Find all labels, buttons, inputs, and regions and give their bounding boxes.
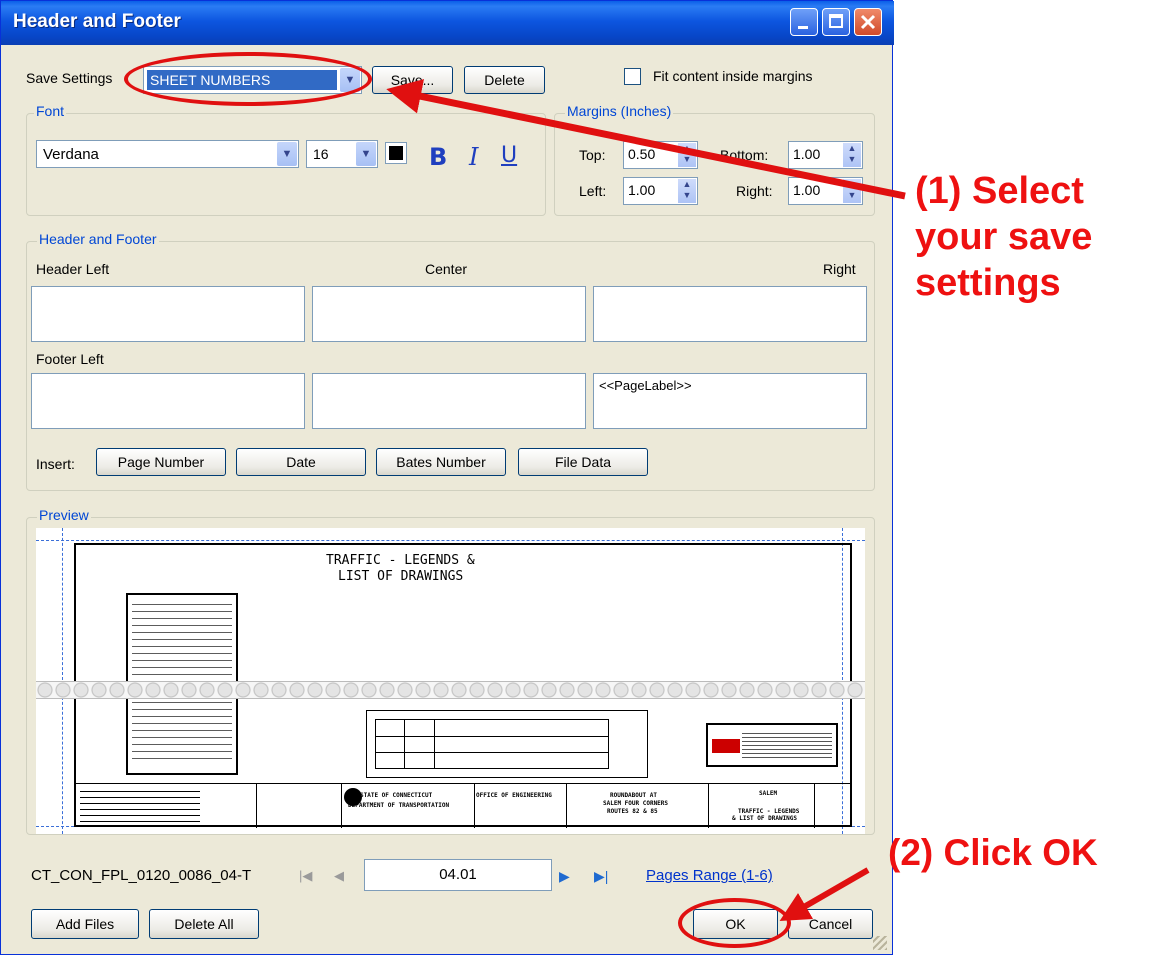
- annotation-arrow-1: [386, 79, 906, 200]
- annotation-step2: (2) Click OK: [888, 832, 1098, 873]
- annotation-arrow-2: [779, 867, 870, 921]
- annotation-step1-line1: (1) Select: [915, 170, 1084, 212]
- annotation-step1-line2: your save: [915, 216, 1093, 258]
- annotation-arrows: [386, 79, 906, 921]
- annotation-step1-line3: settings: [915, 262, 1061, 304]
